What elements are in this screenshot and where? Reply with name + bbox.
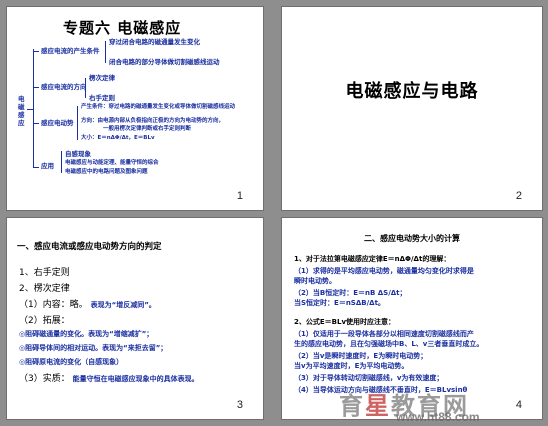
slide-2-thumbnail[interactable]: 电磁感应与电路 2 xyxy=(281,6,543,211)
slide-3-thumbnail[interactable]: 一、感应电流或感应电动势方向的判定 1、右手定则 2、楞次定律 （1）内容：略。… xyxy=(6,217,264,420)
tree-branch-line xyxy=(33,123,39,124)
text-line-highlight: 能量守恒在电磁感应现象中的具体表现。 xyxy=(72,375,199,383)
slide-number: 3 xyxy=(236,399,243,411)
tree-leaf: 自感现象 xyxy=(65,150,91,158)
tree-root-label: 电磁感应 xyxy=(18,95,25,127)
text-line: （2）当B恒定时：E＝nB ΔS/Δt； xyxy=(294,289,407,297)
text-line: （1）仅适用于一段导体各部分以相同速度切割磁感线而产 xyxy=(294,330,474,338)
tree-node-direction: 感应电流的方向 xyxy=(41,83,87,91)
slide-number: 4 xyxy=(515,399,522,411)
tree-node-application: 应用 xyxy=(41,162,54,170)
tree-leaf: 电磁感应中的电路问题及图象问题 xyxy=(65,169,148,175)
text-line: （2）拓展： xyxy=(19,316,70,326)
text-line: （2）当v是瞬时速度时，E为瞬时电动势； xyxy=(294,352,428,360)
text-line: 1、右手定则 xyxy=(19,268,70,278)
slide-2-title: 电磁感应与电路 xyxy=(345,81,479,102)
slide-number: 1 xyxy=(236,190,243,202)
slide-4-heading: 二、感应电动势大小的计算 xyxy=(364,234,460,243)
text-line: 瞬时电动势。 xyxy=(294,277,336,285)
text-line-label: （1）内容：略。 xyxy=(19,300,88,310)
text-line-highlight: ◎阻碍导体间的相对运动。表现为“来拒去留”； xyxy=(19,344,168,352)
tree-sub-line xyxy=(105,41,106,63)
tree-leaf: 楞次定律 xyxy=(89,74,115,82)
text-line-highlight: ◎阻碍磁通量的变化。表现为“增缩减扩”； xyxy=(19,330,154,338)
text-line: 2、楞次定律 xyxy=(19,284,70,294)
tree-leaf: 方向：由电源内部从负极指向正极的方向为电动势的方向， xyxy=(81,118,225,124)
tree-branch-line xyxy=(33,167,39,168)
tree-trunk-line xyxy=(33,49,34,167)
slide-1-thumbnail[interactable]: 专题六 电磁感应 电磁感应 感应电流的产生条件 穿过闭合电路的磁通量发生变化 闭… xyxy=(6,6,264,211)
tree-branch-line xyxy=(33,87,39,88)
tree-leaf: 右手定则 xyxy=(89,94,115,102)
text-line: （3）实质： 能量守恒在电磁感应现象中的具体表现。 xyxy=(19,371,199,384)
tree-leaf: 闭合电路的部分导体做切割磁感线运动 xyxy=(109,58,220,66)
text-line: 2、公式E＝BLv使用时应注意： xyxy=(294,318,396,326)
tree-branch-line xyxy=(33,51,39,52)
tree-sub-line xyxy=(61,151,62,173)
text-line-highlight: ◎阻碍原电流的变化（自感现象） xyxy=(19,358,124,366)
tree-leaf: 大小：E＝nΔΦ/Δt，E＝BLv xyxy=(81,135,155,141)
tree-sub-line xyxy=(77,106,78,140)
watermark-text: 育 xyxy=(339,392,365,420)
tree-node-condition: 感应电流的产生条件 xyxy=(41,47,100,55)
tree-branch-line xyxy=(27,109,33,110)
tree-leaf: 穿过闭合电路的磁通量发生变化 xyxy=(109,38,200,46)
text-line: （1）内容：略。 表现为“增反减同”。 xyxy=(19,297,156,310)
tree-node-emf: 感应电动势 xyxy=(41,119,74,127)
text-line: 当v为平均速度时，E为平均电动势。 xyxy=(294,362,409,370)
text-line-highlight: 表现为“增反减同”。 xyxy=(90,301,156,309)
text-line: 当S恒定时：E＝nSΔB/Δt。 xyxy=(294,299,385,307)
text-line: 生的感应电动势，且在匀强磁场中B、L、v三者垂直时成立。 xyxy=(294,340,484,348)
text-line: 1、对于法拉第电磁感应定律E＝nΔΦ/Δt的理解： xyxy=(294,255,451,263)
text-line: （3）对于导体转动切割磁感线，v为有效速度； xyxy=(294,374,444,382)
tree-leaf: 一般用楞次定律判断或右手定则判断 xyxy=(103,126,192,132)
tree-leaf: 电磁感应与动能定理、能量守恒的综合 xyxy=(65,160,159,166)
slide-3-heading: 一、感应电流或感应电动势方向的判定 xyxy=(17,242,162,252)
watermark-url: www.ht88.com xyxy=(396,410,480,424)
tree-leaf: 产生条件：穿过电路的磁通量发生变化或导体做切割磁感线运动 xyxy=(81,104,236,110)
slide-1-title: 专题六 电磁感应 xyxy=(63,19,182,37)
slide-number: 2 xyxy=(515,190,522,202)
text-line: （1）求得的是平均感应电动势，磁通量均匀变化时求得是 xyxy=(294,267,474,275)
watermark-text: 星 xyxy=(365,392,391,420)
text-line-label: （3）实质： xyxy=(19,374,70,384)
